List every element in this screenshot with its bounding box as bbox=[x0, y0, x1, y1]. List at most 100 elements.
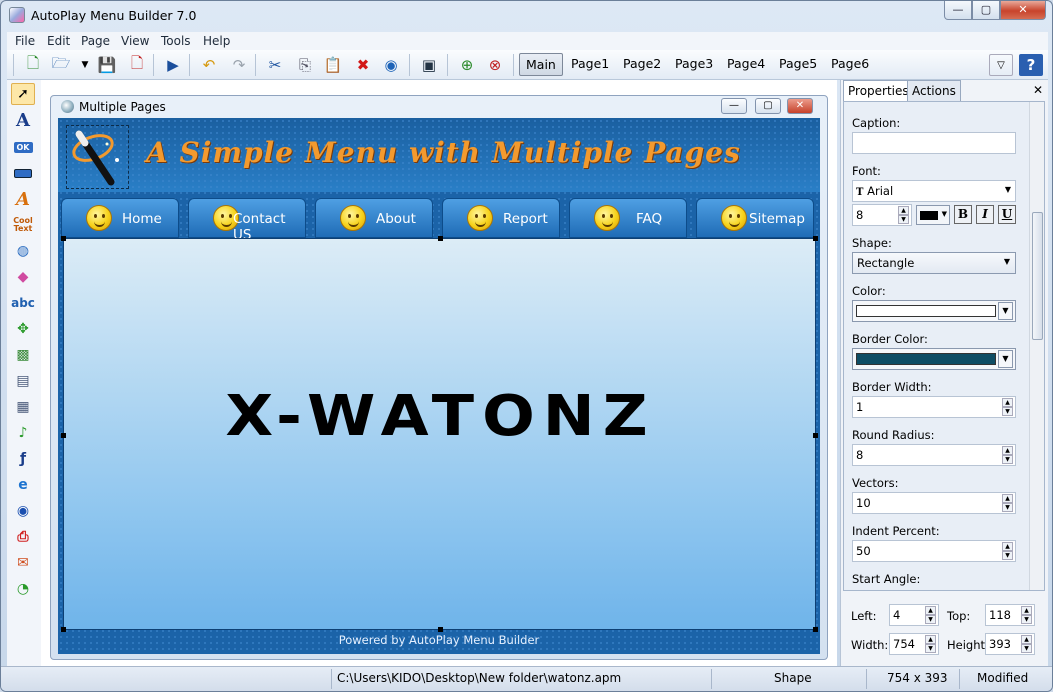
spin-up-icon[interactable]: ▲ bbox=[1002, 446, 1013, 455]
border-width-input[interactable]: 1 ▲ ▼ bbox=[852, 396, 1016, 418]
top-input[interactable]: 118 ▲ ▼ bbox=[985, 604, 1035, 626]
maximize-button[interactable]: ▢ bbox=[972, 1, 1000, 20]
tab-properties[interactable]: Properties bbox=[843, 80, 914, 102]
cut-icon[interactable]: ✂ bbox=[263, 54, 287, 76]
doc-minimize-button[interactable]: — bbox=[721, 98, 747, 114]
italic-button[interactable]: I bbox=[976, 205, 994, 224]
tab-page6[interactable]: Page6 bbox=[829, 53, 871, 76]
menu-tools[interactable]: Tools bbox=[161, 34, 191, 48]
navigate-tool-icon[interactable]: ✥ bbox=[11, 318, 35, 340]
nav-faq-button[interactable]: FAQ bbox=[569, 198, 687, 238]
cool-text-tool-icon[interactable]: Cool Text bbox=[11, 214, 35, 236]
web-tool-icon[interactable]: e bbox=[11, 474, 35, 496]
open-dropdown-icon[interactable]: ▼ bbox=[73, 54, 97, 76]
resize-handle[interactable] bbox=[438, 627, 443, 632]
tab-page3[interactable]: Page3 bbox=[673, 53, 715, 76]
spin-down-icon[interactable]: ▼ bbox=[1002, 455, 1013, 464]
globe-tool-icon[interactable]: ◍ bbox=[11, 240, 35, 262]
menu-view[interactable]: View bbox=[121, 34, 149, 48]
nav-sitemap-button[interactable]: Sitemap bbox=[696, 198, 814, 238]
tab-page1[interactable]: Page1 bbox=[569, 53, 611, 76]
caption-input[interactable] bbox=[852, 132, 1016, 154]
pointer-tool-icon[interactable]: ➚ bbox=[11, 83, 35, 105]
balloon-tool-icon[interactable]: ◔ bbox=[11, 578, 35, 600]
close-doc-icon[interactable]: 🗋 bbox=[125, 54, 149, 76]
image-tool-icon[interactable]: ▩ bbox=[11, 344, 35, 366]
text-tool-icon[interactable]: A bbox=[11, 109, 35, 131]
publish-icon[interactable]: ◉ bbox=[379, 54, 403, 76]
tab-main[interactable]: Main bbox=[519, 53, 563, 76]
shapes-tool-icon[interactable]: ◆ bbox=[11, 266, 35, 288]
list-tool-icon[interactable]: ▦ bbox=[11, 396, 35, 418]
abc-tool-icon[interactable]: abc bbox=[11, 292, 35, 314]
width-input[interactable]: 754 ▲ ▼ bbox=[889, 633, 939, 655]
paste-icon[interactable]: 📋 bbox=[321, 54, 345, 76]
vectors-input[interactable]: 10 ▲ ▼ bbox=[852, 492, 1016, 514]
nav-contact-button[interactable]: Contact US bbox=[188, 198, 306, 243]
tab-page2[interactable]: Page2 bbox=[621, 53, 663, 76]
menu-help[interactable]: Help bbox=[203, 34, 230, 48]
spin-up-icon[interactable]: ▲ bbox=[925, 606, 936, 615]
shape-select[interactable]: Rectangle ▼ bbox=[852, 252, 1016, 274]
logo-image[interactable] bbox=[66, 125, 129, 189]
preview-icon[interactable]: ▣ bbox=[417, 54, 441, 76]
shape-tool-icon[interactable] bbox=[11, 162, 35, 184]
underline-button[interactable]: U bbox=[998, 205, 1016, 224]
spin-up-icon[interactable]: ▲ bbox=[1021, 635, 1032, 644]
spin-down-icon[interactable]: ▼ bbox=[898, 215, 909, 224]
play-icon[interactable]: ▶ bbox=[161, 54, 185, 76]
menu-file[interactable]: File bbox=[15, 34, 35, 48]
add-page-icon[interactable]: ⊕ bbox=[455, 54, 479, 76]
close-button[interactable]: ✕ bbox=[1000, 1, 1046, 20]
resize-handle[interactable] bbox=[438, 236, 443, 241]
chevron-down-icon[interactable]: ▼ bbox=[998, 302, 1013, 320]
menu-page[interactable]: Page bbox=[81, 34, 110, 48]
font-select[interactable]: T Arial ▼ bbox=[852, 180, 1016, 202]
video-tool-icon[interactable]: ◉ bbox=[11, 500, 35, 522]
border-color-picker[interactable]: ▼ bbox=[852, 348, 1016, 370]
menu-canvas[interactable]: A Simple Menu with Multiple Pages Home C… bbox=[58, 118, 820, 654]
spin-down-icon[interactable]: ▼ bbox=[925, 644, 936, 653]
tab-page5[interactable]: Page5 bbox=[777, 53, 819, 76]
font-size-input[interactable]: 8 ▲ ▼ bbox=[852, 204, 912, 226]
chevron-down-icon[interactable]: ▼ bbox=[998, 350, 1013, 368]
redo-icon[interactable]: ↷ bbox=[227, 54, 251, 76]
spin-up-icon[interactable]: ▲ bbox=[1002, 542, 1013, 551]
spin-down-icon[interactable]: ▼ bbox=[1021, 644, 1032, 653]
spin-down-icon[interactable]: ▼ bbox=[1002, 503, 1013, 512]
delete-icon[interactable]: ✖ bbox=[351, 54, 375, 76]
document-tool-icon[interactable]: ▤ bbox=[11, 370, 35, 392]
doc-maximize-button[interactable]: ▢ bbox=[755, 98, 781, 114]
copy-icon[interactable]: ⎘ bbox=[293, 54, 317, 76]
menu-edit[interactable]: Edit bbox=[47, 34, 70, 48]
tab-page4[interactable]: Page4 bbox=[725, 53, 767, 76]
content-shape[interactable]: X-WATONZ bbox=[61, 236, 818, 632]
resize-handle[interactable] bbox=[813, 627, 818, 632]
comment-tool-icon[interactable]: ✉ bbox=[11, 552, 35, 574]
fancy-text-tool-icon[interactable]: A bbox=[11, 188, 35, 210]
tabs-overflow-icon[interactable]: ▽ bbox=[989, 54, 1013, 76]
round-radius-input[interactable]: 8 ▲ ▼ bbox=[852, 444, 1016, 466]
panel-close-icon[interactable]: ✕ bbox=[1033, 83, 1043, 97]
minimize-button[interactable]: — bbox=[944, 1, 972, 20]
spin-up-icon[interactable]: ▲ bbox=[925, 635, 936, 644]
nav-report-button[interactable]: Report bbox=[442, 198, 560, 238]
resize-handle[interactable] bbox=[813, 236, 818, 241]
font-color-picker[interactable]: ▼ bbox=[916, 205, 950, 225]
nav-home-button[interactable]: Home bbox=[61, 198, 179, 238]
indent-percent-input[interactable]: 50 ▲ ▼ bbox=[852, 540, 1016, 562]
height-input[interactable]: 393 ▲ ▼ bbox=[985, 633, 1035, 655]
properties-scrollbar[interactable] bbox=[1029, 102, 1044, 590]
remove-page-icon[interactable]: ⊗ bbox=[483, 54, 507, 76]
resize-handle[interactable] bbox=[61, 627, 66, 632]
spin-up-icon[interactable]: ▲ bbox=[1002, 398, 1013, 407]
tab-actions[interactable]: Actions bbox=[907, 80, 961, 102]
pdf-tool-icon[interactable]: ⎙ bbox=[11, 526, 35, 548]
left-input[interactable]: 4 ▲ ▼ bbox=[889, 604, 939, 626]
spin-down-icon[interactable]: ▼ bbox=[1002, 407, 1013, 416]
nav-about-button[interactable]: About bbox=[315, 198, 433, 238]
flash-tool-icon[interactable]: ƒ bbox=[11, 448, 35, 470]
music-tool-icon[interactable]: ♪ bbox=[11, 422, 35, 444]
scrollbar-thumb[interactable] bbox=[1032, 212, 1043, 340]
new-icon[interactable]: 🗋 bbox=[21, 54, 45, 76]
